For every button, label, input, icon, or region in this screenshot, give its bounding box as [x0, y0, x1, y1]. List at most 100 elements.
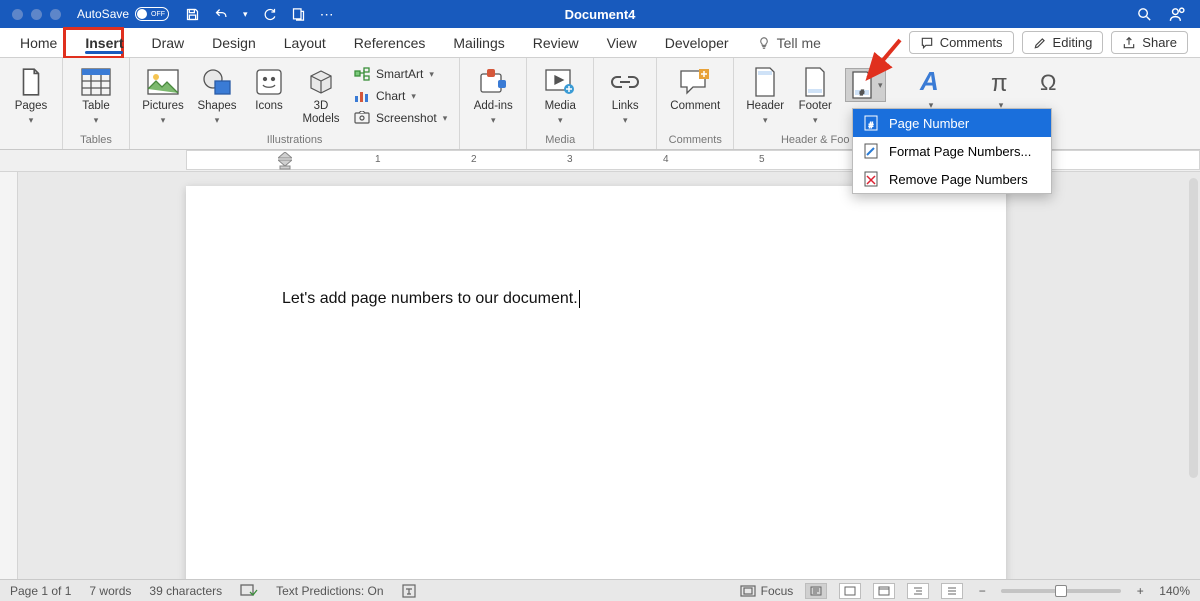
quick-access-toolbar: ▾ ⋯ [185, 6, 334, 23]
accessibility-icon[interactable] [402, 584, 416, 598]
icons-button[interactable]: Icons [246, 62, 292, 113]
close-dot[interactable] [12, 9, 23, 20]
more-icon[interactable]: ⋯ [320, 6, 334, 23]
status-page[interactable]: Page 1 of 1 [10, 584, 71, 598]
tab-layout[interactable]: Layout [270, 28, 340, 57]
undo-icon[interactable] [214, 7, 229, 22]
chevron-down-icon: ▾ [215, 115, 220, 126]
status-chars[interactable]: 39 characters [149, 584, 222, 598]
addins-label: Add-ins [474, 100, 513, 113]
addins-button[interactable]: Add-ins▾ [468, 62, 518, 126]
wordart-button[interactable]: A ▾ [908, 62, 954, 111]
screenshot-button[interactable]: Screenshot ▾ [350, 108, 451, 128]
page-number-small-icon: # [863, 115, 879, 131]
view-draft[interactable] [941, 583, 963, 599]
autosave-label: AutoSave [77, 7, 129, 21]
page-canvas[interactable]: Let's add page numbers to our document. [186, 186, 1006, 579]
zoom-level[interactable]: 140% [1159, 584, 1190, 598]
tab-view[interactable]: View [593, 28, 651, 57]
tab-references[interactable]: References [340, 28, 440, 57]
view-print-layout[interactable] [805, 583, 827, 599]
template-icon[interactable] [291, 7, 306, 22]
equation-button[interactable]: π▾ [978, 62, 1024, 111]
3d-models-button[interactable]: 3D Models [296, 62, 346, 125]
menu-page-number[interactable]: # Page Number [853, 109, 1051, 137]
footer-button[interactable]: Footer▾ [792, 62, 838, 126]
status-words[interactable]: 7 words [89, 584, 131, 598]
ruler-tick: 1 [375, 154, 381, 165]
editing-button[interactable]: Editing [1022, 31, 1104, 54]
menu-remove-page-numbers[interactable]: Remove Page Numbers [853, 165, 1051, 193]
smartart-icon [354, 66, 370, 82]
menu-format-page-numbers[interactable]: Format Page Numbers... [853, 137, 1051, 165]
tab-mailings[interactable]: Mailings [439, 28, 518, 57]
tab-developer[interactable]: Developer [651, 28, 743, 57]
autosave-toggle[interactable]: OFF [135, 7, 169, 21]
share-button[interactable]: Share [1111, 31, 1188, 54]
media-button[interactable]: Media▾ [535, 62, 585, 126]
group-media: Media▾ Media [527, 58, 594, 149]
account-icon[interactable] [1169, 6, 1186, 23]
links-button[interactable]: Links▾ [602, 62, 648, 126]
shapes-button[interactable]: Shapes ▾ [192, 62, 242, 126]
scrollbar-vertical[interactable] [1189, 178, 1198, 478]
group-addins: Add-ins▾ . [460, 58, 527, 149]
symbol-button[interactable]: Ω [1028, 62, 1074, 98]
view-web[interactable] [873, 583, 895, 599]
ruler-vertical[interactable] [0, 172, 18, 579]
shapes-icon [201, 66, 233, 98]
focus-button[interactable]: Focus [740, 584, 794, 598]
remove-icon [863, 171, 879, 187]
zoom-slider[interactable] [1001, 589, 1121, 593]
media-icon [544, 66, 576, 98]
pictures-label: Pictures [142, 100, 184, 113]
tell-me[interactable]: Tell me [743, 28, 835, 57]
tab-insert[interactable]: Insert [71, 28, 137, 57]
autosave-control[interactable]: AutoSave OFF [77, 7, 169, 21]
minimize-dot[interactable] [31, 9, 42, 20]
focus-label: Focus [761, 584, 794, 598]
chevron-down-icon: ▾ [161, 115, 166, 126]
text-cursor [579, 290, 580, 308]
body-text-content: Let's add page numbers to our document. [282, 290, 578, 307]
links-label: Links [612, 100, 639, 113]
zoom-in[interactable]: + [1133, 584, 1147, 598]
icons-label: Icons [255, 100, 283, 113]
page-number-button[interactable]: # ▾ [842, 62, 888, 102]
search-icon[interactable] [1136, 6, 1153, 23]
page-icon [15, 66, 47, 98]
chart-button[interactable]: Chart ▾ [350, 86, 451, 106]
document-body-text[interactable]: Let's add page numbers to our document. [282, 290, 580, 308]
view-read[interactable] [839, 583, 861, 599]
page-number-menu: # Page Number Format Page Numbers... Rem… [852, 108, 1052, 194]
status-predictions[interactable]: Text Predictions: On [276, 584, 383, 598]
comments-button[interactable]: Comments [909, 31, 1014, 54]
pictures-button[interactable]: Pictures ▾ [138, 62, 188, 126]
save-icon[interactable] [185, 7, 200, 22]
new-comment-icon [679, 66, 711, 98]
zoom-dot[interactable] [50, 9, 61, 20]
spellcheck-icon[interactable] [240, 584, 258, 598]
zoom-out[interactable]: − [975, 584, 989, 598]
header-button[interactable]: Header▾ [742, 62, 788, 126]
smartart-label: SmartArt [376, 67, 423, 81]
tab-draw[interactable]: Draw [137, 28, 198, 57]
shapes-label: Shapes [197, 100, 236, 113]
page-number-icon: # [848, 71, 876, 99]
comment-button[interactable]: Comment [665, 62, 725, 113]
table-button[interactable]: Table ▾ [71, 62, 121, 126]
menu-page-number-label: Page Number [889, 116, 969, 131]
ruler-tick: 3 [567, 154, 573, 165]
view-outline[interactable] [907, 583, 929, 599]
format-icon [863, 143, 879, 159]
tab-review[interactable]: Review [519, 28, 593, 57]
pages-button[interactable]: Pages ▾ [8, 62, 54, 126]
zoom-thumb[interactable] [1055, 585, 1067, 597]
tab-home[interactable]: Home [6, 28, 71, 57]
indent-marker[interactable] [278, 152, 292, 170]
tab-design[interactable]: Design [198, 28, 270, 57]
smartart-button[interactable]: SmartArt▾ [350, 64, 451, 84]
redo-icon[interactable] [262, 7, 277, 22]
undo-dropdown[interactable]: ▾ [243, 9, 248, 20]
ruler-tick: 4 [663, 154, 669, 165]
